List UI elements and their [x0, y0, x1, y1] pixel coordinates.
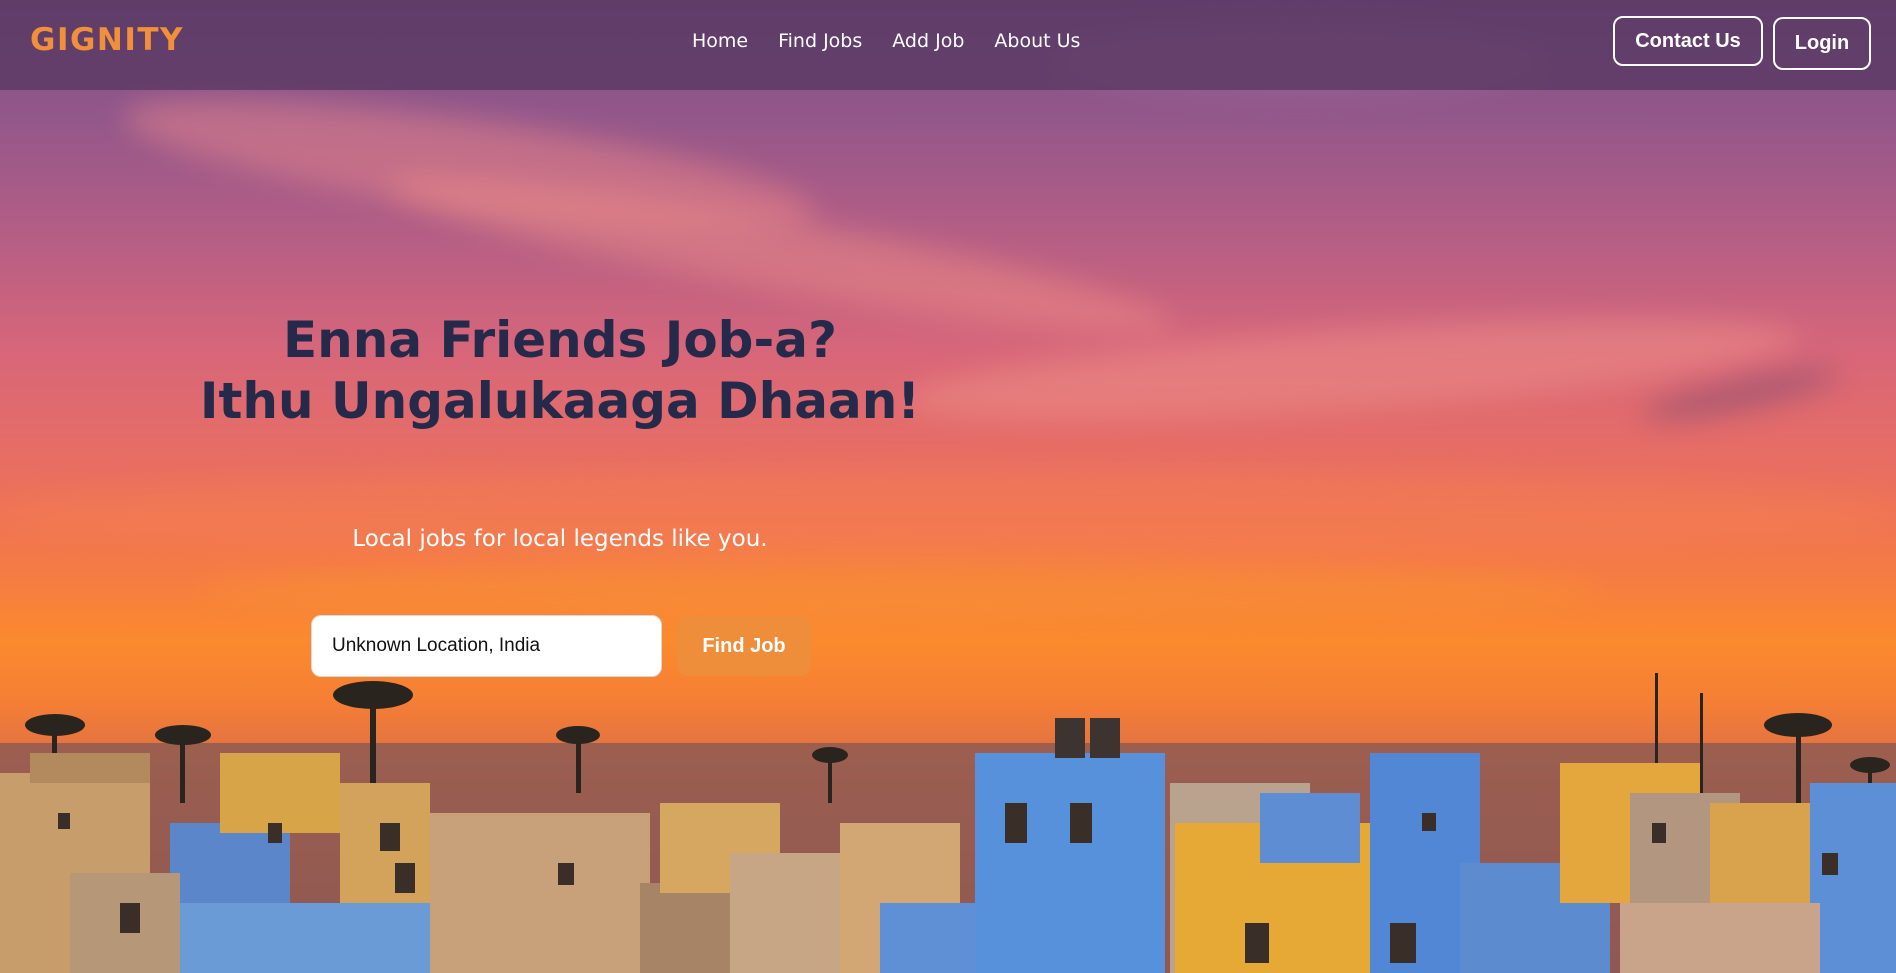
nav-link-find-jobs[interactable]: Find Jobs [778, 30, 862, 52]
top-navbar: GIGNITY Home Find Jobs Add Job About Us … [0, 0, 1896, 90]
hero-title-line-1: Enna Friends Job-a? [283, 311, 837, 369]
city-skyline-image [0, 673, 1896, 973]
nav-links: Home Find Jobs Add Job About Us [692, 30, 1080, 52]
nav-link-about-us[interactable]: About Us [994, 30, 1080, 52]
hero-subtitle: Local jobs for local legends like you. [352, 526, 768, 552]
contact-us-button[interactable]: Contact Us [1613, 16, 1763, 66]
location-search-input[interactable] [311, 615, 662, 677]
hero-title-line-2: Ithu Ungalukaaga Dhaan! [199, 372, 921, 430]
brand-logo[interactable]: GIGNITY [30, 22, 184, 58]
nav-link-add-job[interactable]: Add Job [892, 30, 964, 52]
login-button[interactable]: Login [1773, 17, 1871, 70]
find-job-button[interactable]: Find Job [677, 616, 811, 676]
page: GIGNITY Home Find Jobs Add Job About Us … [0, 0, 1896, 973]
nav-link-home[interactable]: Home [692, 30, 748, 52]
hero-title: Enna Friends Job-a? Ithu Ungalukaaga Dha… [160, 310, 960, 432]
